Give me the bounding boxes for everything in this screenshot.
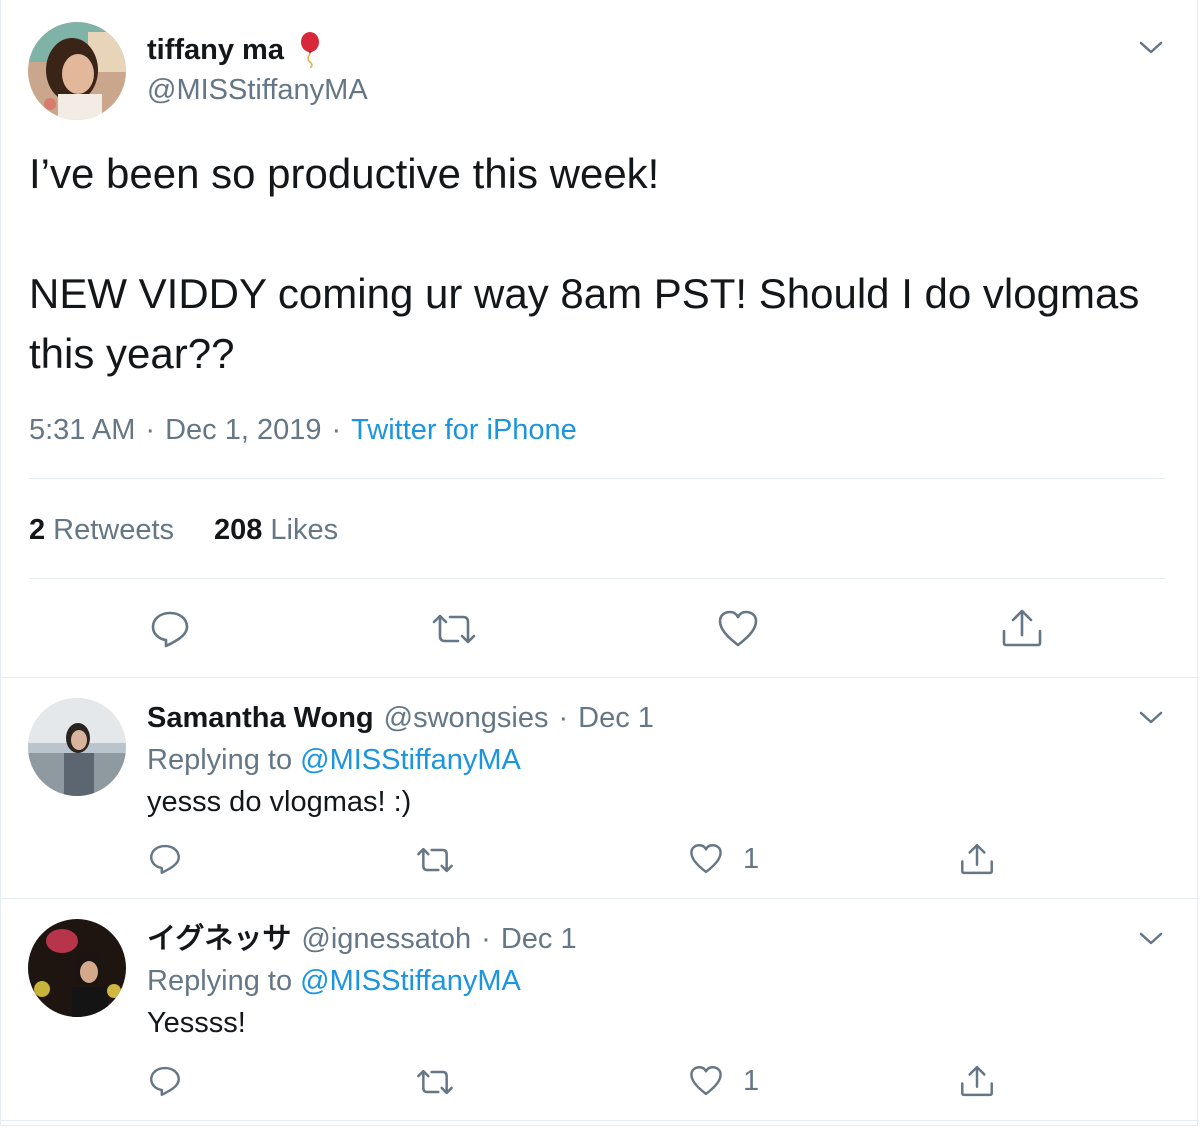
replying-to: Replying to @MISStiffanyMA: [147, 961, 521, 1001]
author-name-text: tiffany ma: [147, 34, 284, 66]
reply-icon: [150, 1066, 180, 1096]
reply-button[interactable]: [148, 1064, 182, 1098]
balloon-icon: [298, 32, 322, 69]
retweet-button[interactable]: [415, 1066, 455, 1098]
reply-icon: [151, 611, 189, 648]
replying-to-label: Replying to: [147, 744, 293, 776]
reply-author-handle[interactable]: @swongsies: [384, 698, 549, 738]
reply-button[interactable]: [149, 608, 191, 650]
likes-label: Likes: [270, 514, 339, 546]
divider: [29, 578, 1165, 579]
reply-header: イグネッサ @ignessatoh · Dec 1: [147, 919, 577, 959]
author-handle[interactable]: @MISStiffanyMA: [147, 72, 368, 108]
reply-avatar[interactable]: [28, 919, 126, 1017]
retweet-button[interactable]: [430, 610, 478, 648]
meta-separator: ·: [481, 923, 491, 955]
retweet-icon: [417, 847, 453, 873]
chevron-down-icon[interactable]: [1138, 929, 1164, 947]
heart-icon: [690, 844, 722, 874]
replying-to: Replying to @MISStiffanyMA: [147, 740, 521, 780]
heart-icon: [690, 1066, 722, 1096]
like-button[interactable]: 1: [689, 1064, 759, 1098]
likes-count: 208: [214, 514, 263, 546]
reply-date[interactable]: Dec 1: [578, 698, 654, 738]
replying-to-mention[interactable]: @MISStiffanyMA: [300, 965, 521, 997]
meta-separator: ·: [331, 414, 342, 446]
tweet-source-link[interactable]: Twitter for iPhone: [351, 410, 577, 450]
share-button[interactable]: [959, 1063, 995, 1099]
main-tweet: tiffany ma @MISStiffanyMA I’ve been so p…: [1, 0, 1199, 678]
tweet-text: I’ve been so productive this week! NEW V…: [29, 150, 1140, 377]
tweet-stats: 2 Retweets 208 Likes: [29, 510, 338, 550]
reply-text: yesss do vlogmas! :): [147, 786, 412, 818]
like-count: 1: [743, 1064, 760, 1097]
tweet-meta: 5:31 AM · Dec 1, 2019 · Twitter for iPho…: [29, 410, 577, 450]
retweets-count: 2: [29, 514, 46, 546]
likes-stat[interactable]: 208 Likes: [214, 510, 338, 550]
reply-header: Samantha Wong @swongsies · Dec 1: [147, 698, 654, 738]
chevron-down-icon[interactable]: [1138, 708, 1164, 726]
retweet-icon: [432, 614, 476, 644]
reply-author-name[interactable]: イグネッサ: [147, 919, 291, 959]
reply-button[interactable]: [148, 842, 182, 876]
reply-author-name[interactable]: Samantha Wong: [147, 698, 374, 738]
like-button[interactable]: 1: [689, 842, 759, 876]
author-name[interactable]: tiffany ma: [147, 32, 322, 69]
reply-author-handle[interactable]: @ignessatoh: [301, 919, 471, 959]
tweet-time[interactable]: 5:31 AM: [29, 410, 135, 450]
like-button[interactable]: [717, 609, 759, 649]
divider: [29, 478, 1165, 479]
reply-avatar[interactable]: [28, 698, 126, 796]
meta-separator: ·: [145, 414, 156, 446]
reply-date[interactable]: Dec 1: [501, 919, 577, 959]
share-button[interactable]: [959, 841, 995, 877]
meta-separator: ·: [558, 702, 569, 734]
replying-to-label: Replying to: [147, 965, 293, 997]
replying-to-mention[interactable]: @MISStiffanyMA: [300, 744, 521, 776]
share-icon: [1002, 609, 1042, 647]
retweets-stat[interactable]: 2 Retweets: [29, 510, 174, 550]
reply-tweet[interactable]: イグネッサ @ignessatoh · Dec 1 Replying to @M…: [1, 899, 1199, 1121]
share-button[interactable]: [1000, 607, 1044, 649]
retweet-icon: [417, 1069, 453, 1095]
reply-icon: [150, 844, 180, 874]
share-icon: [961, 1065, 993, 1097]
retweets-label: Retweets: [53, 514, 175, 546]
tweet-thread: tiffany ma @MISStiffanyMA I’ve been so p…: [0, 0, 1199, 1126]
heart-icon: [718, 610, 758, 647]
share-icon: [961, 843, 993, 875]
retweet-button[interactable]: [415, 844, 455, 876]
tweet-date[interactable]: Dec 1, 2019: [165, 410, 321, 450]
reply-tweet[interactable]: Samantha Wong @swongsies · Dec 1 Replyin…: [1, 678, 1199, 899]
reply-text: Yessss!: [147, 1007, 246, 1039]
author-avatar[interactable]: [28, 22, 126, 120]
like-count: 1: [743, 842, 760, 875]
chevron-down-icon[interactable]: [1138, 38, 1164, 56]
